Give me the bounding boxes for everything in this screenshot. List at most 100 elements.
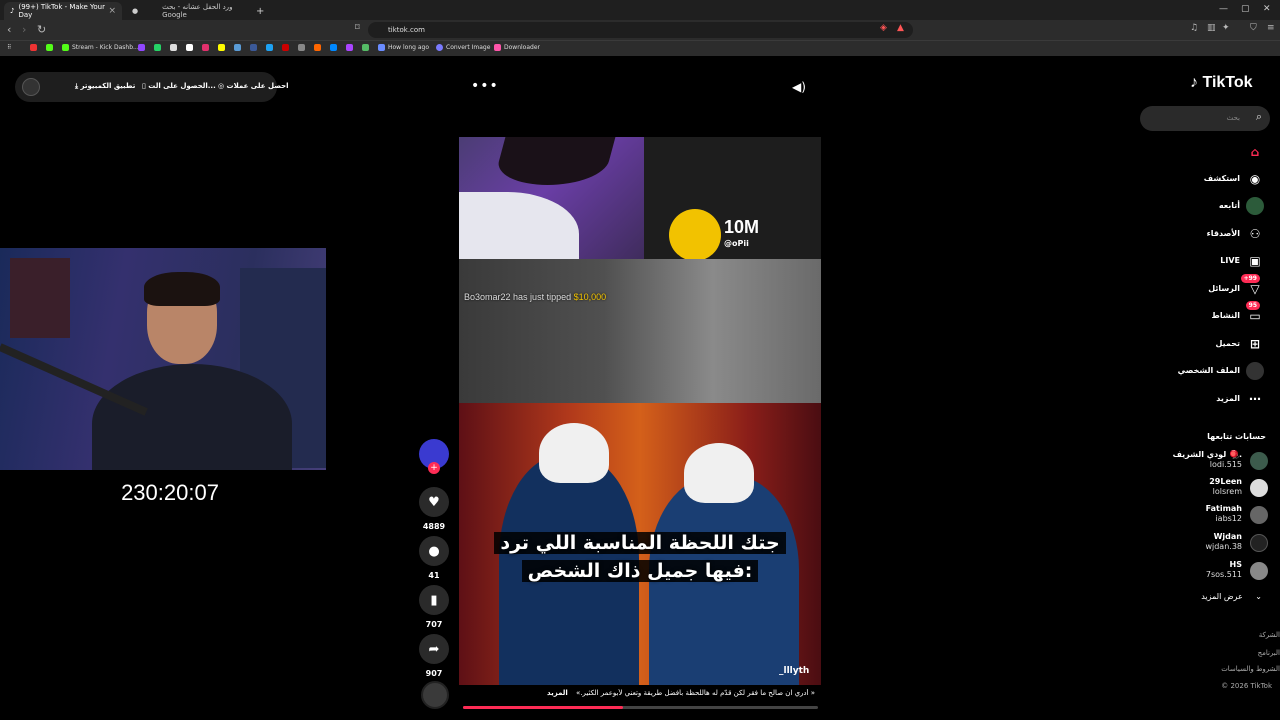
bookmark-how-long-ago[interactable]: How long ago: [378, 44, 429, 51]
user-avatar[interactable]: [22, 78, 40, 96]
back-icon[interactable]: ‹: [7, 23, 11, 36]
chevron-down-icon: ⌄: [1255, 592, 1262, 601]
account-item[interactable]: 29Leen lolsrem: [1150, 476, 1270, 500]
video-progress-bar[interactable]: [463, 706, 818, 709]
bookmark-icon-c[interactable]: [266, 44, 273, 51]
reload-icon[interactable]: ↻: [37, 23, 46, 36]
nav-upload[interactable]: تحميل ⊞: [1150, 334, 1268, 354]
menu-icon[interactable]: ≡: [1267, 23, 1275, 33]
account-handle: iabs12: [1215, 514, 1242, 523]
see-more-accounts[interactable]: عرض المزيد ⌄: [1201, 592, 1262, 601]
bookmark-icon-a[interactable]: [234, 44, 241, 51]
shield-icon[interactable]: ⛉: [1250, 23, 1257, 33]
bookmark-x-icon[interactable]: [170, 44, 177, 51]
nav-friends[interactable]: الأصدقاء ⚇: [1150, 224, 1268, 244]
close-tab-icon[interactable]: ×: [108, 6, 116, 16]
nav-messages[interactable]: الرسائل ▽ +99: [1150, 274, 1268, 299]
footer-terms[interactable]: الشروط والسياسات: [1221, 665, 1280, 673]
sidebar-icon[interactable]: ▥: [1207, 23, 1216, 33]
browser-toolbar: ‹ › ↻ ⌑ tiktok.com ◈ ▲ ♫ ▥ ✦ ⛉ ≡: [0, 20, 1280, 40]
nav-live[interactable]: LIVE ▣: [1150, 251, 1268, 271]
account-item[interactable]: HS 7sos.511: [1150, 559, 1270, 583]
compass-icon: ◉: [1249, 172, 1261, 186]
bookmark-save-icon[interactable]: ▮: [419, 585, 449, 615]
search-icon[interactable]: ⌕: [1256, 110, 1262, 124]
rewards-icon[interactable]: ▲: [897, 23, 904, 33]
video-player[interactable]: 10M @oPii Bo3omar22 has just tipped $10,…: [459, 137, 821, 685]
get-coins-button[interactable]: ◎ احصل على عملات: [218, 82, 289, 90]
bookmark-twitch-icon[interactable]: [138, 44, 145, 51]
bookmark-downloader[interactable]: Downloader: [494, 44, 540, 51]
apps-icon[interactable]: ⠿: [7, 44, 11, 51]
footer-program[interactable]: البرنامج: [1258, 649, 1280, 657]
heart-icon[interactable]: ♥: [419, 487, 449, 517]
see-more-link[interactable]: المزيد: [547, 689, 568, 697]
bookmark-instagram-icon[interactable]: [202, 44, 209, 51]
music-disc-icon[interactable]: [421, 681, 449, 709]
nav-activity[interactable]: النشاط ▭ 95: [1150, 301, 1268, 326]
bookmark-snapchat-icon[interactable]: [218, 44, 225, 51]
brave-shield-icon[interactable]: ◈: [880, 23, 887, 33]
bookmark-icon-i[interactable]: [362, 44, 369, 51]
minimize-icon[interactable]: —: [1219, 4, 1228, 14]
volume-icon[interactable]: ◀): [792, 80, 806, 94]
avatar: [1250, 562, 1268, 580]
bookmark-youtube-icon[interactable]: [30, 44, 37, 51]
save-action[interactable]: ▮ 707: [419, 585, 449, 629]
bookmark-icon-d[interactable]: [282, 44, 289, 51]
follow-plus-icon[interactable]: +: [428, 462, 440, 474]
nav-label: تحميل: [1215, 339, 1240, 348]
bookmark-convert-image[interactable]: Convert Image: [436, 44, 490, 51]
account-name: لودي الشريف 🪀.: [1172, 450, 1242, 459]
bookmark-kick-dashboard[interactable]: Stream - Kick Dashb...: [62, 44, 139, 51]
forward-icon[interactable]: ›: [22, 23, 26, 36]
like-action[interactable]: ♥ 4889: [419, 487, 449, 531]
nav-explore[interactable]: استكشف ◉: [1150, 169, 1268, 189]
nav-following[interactable]: أتابعه: [1150, 196, 1268, 216]
get-app-button[interactable]: ▯ الحصول على الت...: [142, 82, 216, 90]
share-icon[interactable]: ➦: [419, 634, 449, 664]
description-text: « أدري ان صالح ما فقر لكن قدّم له هاللحظ…: [576, 689, 815, 697]
footer-company[interactable]: الشركة: [1259, 631, 1280, 639]
share-action[interactable]: ➦ 907: [419, 634, 449, 678]
nav-label: LIVE: [1220, 256, 1240, 265]
nav-profile[interactable]: الملف الشخصي: [1150, 361, 1268, 381]
bookmark-tiktok-icon[interactable]: [186, 44, 193, 51]
comment-action[interactable]: ● 41: [419, 536, 449, 580]
close-window-icon[interactable]: ✕: [1263, 4, 1271, 14]
account-item[interactable]: Wjdan wjdan.38: [1150, 531, 1270, 555]
music-icon[interactable]: ♫: [1190, 23, 1198, 33]
account-item[interactable]: لودي الشريف 🪀. lodi.515: [1150, 449, 1270, 473]
progress-fill: [463, 706, 623, 709]
nav-more[interactable]: المزيد ⋯: [1150, 389, 1268, 409]
bookmark-icon-g[interactable]: [330, 44, 337, 51]
pc-app-button[interactable]: ⤓ تطبيق الكمبيوتر: [75, 82, 135, 91]
bookmark-kick-icon[interactable]: [46, 44, 53, 51]
more-icon: ⋯: [1249, 392, 1261, 406]
maximize-icon[interactable]: ▢: [1241, 4, 1250, 14]
account-handle: lodi.515: [1209, 460, 1242, 469]
tab-tiktok[interactable]: ♪ (99+) TikTok - Make Your Day ×: [4, 2, 122, 20]
account-item[interactable]: Fatimah iabs12: [1150, 503, 1270, 527]
nav-home[interactable]: ⌂: [1150, 142, 1268, 162]
bookmark-icon-e[interactable]: [298, 44, 305, 51]
nav-label: النشاط: [1211, 311, 1240, 320]
bookmark-icon-b[interactable]: [250, 44, 257, 51]
new-tab-button[interactable]: +: [250, 2, 270, 20]
address-bar[interactable]: tiktok.com: [368, 22, 913, 38]
tiktok-logo[interactable]: ♪ TikTok: [1190, 74, 1253, 92]
bookmark-icon[interactable]: ⌑: [355, 23, 360, 33]
bookmark-label: Stream - Kick Dashb...: [72, 44, 139, 51]
upload-icon: ⊞: [1249, 337, 1261, 351]
tab-google[interactable]: ● ورد الحفل عشانه - بحث Google: [126, 2, 248, 20]
bookmark-label: How long ago: [388, 44, 430, 51]
more-options-icon[interactable]: •••: [471, 78, 499, 94]
bookmark-whatsapp-icon[interactable]: [154, 44, 161, 51]
bookmark-icon-f[interactable]: [314, 44, 321, 51]
bookmarks-bar: ⠿ Stream - Kick Dashb... How long ago Co…: [0, 40, 1280, 56]
search-input[interactable]: بحث ⌕: [1140, 106, 1270, 131]
caption-line-1: جتك اللحظة المناسبة اللي ترد: [494, 532, 786, 554]
comment-icon[interactable]: ●: [419, 536, 449, 566]
extensions-icon[interactable]: ✦: [1222, 23, 1230, 33]
bookmark-icon-h[interactable]: [346, 44, 353, 51]
